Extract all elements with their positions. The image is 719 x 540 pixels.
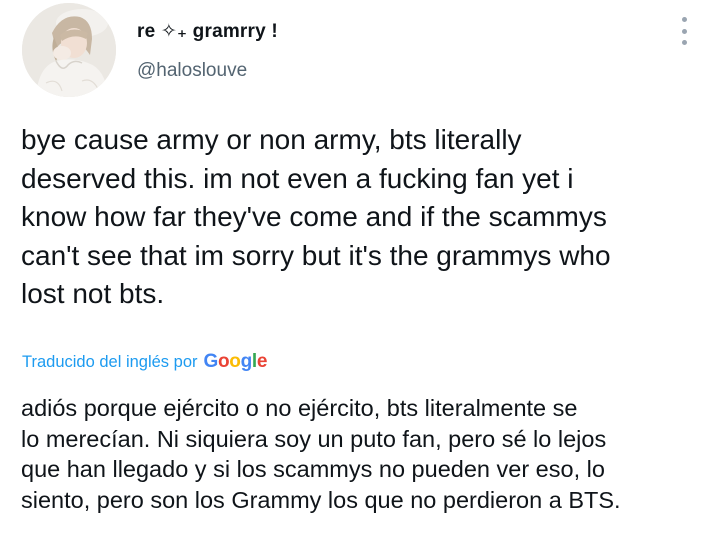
- tweet-text-line: know how far they've come and if the sca…: [21, 201, 607, 232]
- translated-text-line: que han llegado y si los scammys no pued…: [21, 456, 605, 482]
- vertical-dots-icon: [681, 17, 687, 22]
- more-options-button[interactable]: [672, 14, 696, 48]
- tweet-text: bye cause army or non army, bts literall…: [21, 121, 711, 314]
- tweet-header: re ✧₊ gramrry ! @haloslouve: [0, 0, 719, 110]
- tweet-text-line: deserved this. im not even a fucking fan…: [21, 162, 574, 194]
- tweet-text-line: can't see that im sorry but it's the gra…: [21, 239, 611, 271]
- translation-label: Traducido del inglés por: [22, 352, 198, 371]
- translated-text-line: lo merecían. Ni siquiera soy un puto fan…: [21, 425, 607, 452]
- profile-photo-avatar-icon: [22, 3, 116, 97]
- translated-text: adiós porque ejército o no ejército, bts…: [21, 393, 711, 515]
- google-logo: Google: [203, 351, 268, 372]
- user-handle[interactable]: @haloslouve: [137, 60, 247, 82]
- display-name[interactable]: re ✧₊ gramrry !: [137, 20, 278, 43]
- tweet-text-line: lost not bts.: [21, 278, 165, 309]
- translated-text-line: siento, pero son los Grammy los que no p…: [21, 486, 621, 513]
- translated-text-line: adiós porque ejército o no ejército, bts…: [21, 395, 578, 421]
- tweet-text-line: bye cause army or non army, bts literall…: [21, 124, 522, 155]
- translation-attribution[interactable]: Traducido del inglés por Google: [22, 349, 267, 375]
- avatar[interactable]: [22, 3, 116, 97]
